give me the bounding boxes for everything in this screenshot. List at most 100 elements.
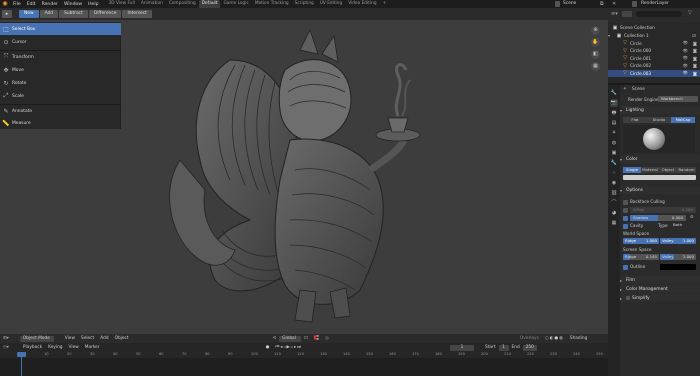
workspace-tab-game-logic[interactable]: Game Logic (220, 0, 251, 8)
color-management-panel-header[interactable]: ▸ Color Management (620, 285, 700, 293)
cavity-checkbox[interactable] (623, 224, 628, 229)
outliner-search-input[interactable] (636, 11, 682, 17)
menu-view[interactable]: View (62, 336, 78, 341)
end-frame-field[interactable]: 250 (522, 344, 537, 351)
mode-new-button[interactable]: New (19, 10, 39, 18)
viewport-shading-icons[interactable]: ○◐●◍ (542, 336, 567, 341)
add-workspace-button[interactable]: + (380, 0, 390, 8)
scene-tab-icon[interactable]: ⚘ (610, 129, 618, 137)
pivot-icon[interactable]: ⊡ (301, 336, 311, 341)
physics-tab-icon[interactable]: ◉ (610, 179, 618, 187)
tool-rotate[interactable]: ↻ Rotate (0, 77, 121, 89)
outline-color-swatch[interactable] (660, 264, 696, 270)
perspective-toggle-icon[interactable]: ▦ (591, 62, 600, 71)
zoom-icon[interactable]: ⊕ (591, 26, 600, 35)
eye-icon[interactable]: 👁 (683, 55, 688, 61)
options-panel-header[interactable]: ▾ Options (620, 186, 700, 194)
tool-transform[interactable]: ⤧ Transform (0, 51, 121, 63)
outliner-item[interactable]: ▽ Circle.001 👁 ◙ (608, 55, 700, 63)
menu-edit[interactable]: Edit (24, 2, 39, 7)
color-material-button[interactable]: Material (641, 167, 659, 173)
menu-help[interactable]: Help (85, 2, 101, 7)
camera-view-icon[interactable]: ◧ (591, 50, 600, 59)
keying-menu[interactable]: Keying (45, 345, 65, 350)
camera-render-icon[interactable]: ◙ (693, 56, 697, 61)
workspace-tab-default[interactable]: Default (198, 0, 221, 8)
xray-checkbox[interactable] (623, 208, 628, 213)
delete-scene-icon[interactable]: ✕ (612, 1, 616, 7)
shadow-settings-icon[interactable]: ⚙ (690, 214, 694, 219)
orientation-dropdown[interactable]: Global (279, 335, 302, 342)
camera-render-icon[interactable]: ◙ (693, 71, 697, 76)
view-menu[interactable]: View (66, 345, 82, 350)
data-tab-icon[interactable]: ⌒ (610, 199, 618, 207)
workspace-tab-animation[interactable]: Animation (138, 0, 166, 8)
eye-icon[interactable]: 👁 (683, 40, 688, 46)
output-tab-icon[interactable]: 🖶 (610, 109, 618, 117)
outliner-item[interactable]: ▽ Circle 👁 ◙ (608, 40, 700, 48)
pan-icon[interactable]: ✋ (591, 38, 600, 47)
overlays-dropdown[interactable]: Overlays (517, 336, 542, 341)
world-space-ridge-field[interactable]: Ridge 1.000 (623, 238, 659, 244)
color-single-button[interactable]: Single (623, 167, 641, 173)
lighting-studio-button[interactable]: Studio (647, 117, 671, 123)
start-frame-field[interactable]: 1 (498, 344, 509, 351)
camera-render-icon[interactable]: ◙ (693, 48, 697, 53)
mode-add-button[interactable]: Add (39, 10, 59, 18)
material-tab-icon[interactable]: ◕ (610, 209, 618, 217)
render-tab-icon[interactable]: 📷 (610, 99, 618, 107)
render-engine-dropdown[interactable]: Workbench (658, 96, 698, 102)
object-tab-icon[interactable]: ▣ (610, 149, 618, 157)
outliner-item[interactable]: ▽ Circle.002 👁 ◙ (608, 62, 700, 70)
current-frame-field[interactable]: 1 (450, 344, 475, 351)
record-icon[interactable]: ● (263, 345, 273, 350)
cavity-type-dropdown[interactable]: Both (670, 222, 696, 228)
view-layer-tab-icon[interactable]: ▤ (610, 119, 618, 127)
tool-annotate[interactable]: ✎ Annotate (0, 105, 121, 117)
outliner-item[interactable]: ▾ ▣ Collection 1 ☑ (608, 32, 700, 40)
eye-icon[interactable]: 👁 (683, 63, 688, 69)
outliner-item-selected[interactable]: ▽ Circle.003 👁 ◙ (608, 69, 700, 77)
workspace-tab-motion-tracking[interactable]: Motion Tracking (252, 0, 292, 8)
new-scene-icon[interactable]: ⧉ (600, 1, 604, 7)
mode-subtract-button[interactable]: Subtract (59, 10, 88, 18)
menu-render[interactable]: Render (39, 2, 61, 7)
tool-cursor[interactable]: ⊙ Cursor (0, 36, 121, 48)
playback-controls[interactable]: ⏮◂◃▶▹▸⏭ (272, 345, 305, 350)
filter-icon[interactable]: ▽ (688, 10, 692, 16)
camera-render-icon[interactable]: ◙ (693, 41, 697, 46)
timeline-area[interactable]: 0102030405060708090100110120130140150160… (0, 352, 608, 376)
outliner-item[interactable]: ▣ Scene Collection (608, 24, 700, 32)
workspace-tab-video-editing[interactable]: Video Editing (345, 0, 379, 8)
outline-checkbox[interactable] (623, 265, 628, 270)
outliner-item[interactable]: ▽ Circle.000 👁 ◙ (608, 47, 700, 55)
menu-add[interactable]: Add (97, 336, 111, 341)
shadow-slider[interactable]: Shadow 0.500 (630, 215, 686, 221)
snap-icon[interactable]: 🧲 (311, 336, 322, 341)
proportional-edit-icon[interactable]: ◎ (322, 336, 332, 341)
shadow-checkbox[interactable] (623, 216, 628, 221)
visibility-checkbox-icon[interactable]: ☑ (692, 33, 696, 38)
modifier-tab-icon[interactable]: 🔧 (610, 159, 618, 167)
playback-menu[interactable]: Playback (20, 345, 45, 350)
tool-select-box[interactable]: ⬚ Select Box (0, 23, 121, 35)
object-mode-dropdown[interactable]: Object Mode (19, 335, 54, 342)
workspace-tab-uv-editing[interactable]: UV Editing (317, 0, 345, 8)
menu-select[interactable]: Select (78, 336, 97, 341)
single-color-swatch[interactable] (623, 175, 696, 180)
editor-type-icon[interactable]: ⊞▾ (0, 336, 12, 341)
tool-tab-icon[interactable]: 🔧 (610, 89, 618, 97)
particles-tab-icon[interactable]: ⁘ (610, 169, 618, 177)
world-tab-icon[interactable]: ◍ (610, 139, 618, 147)
simplify-checkbox[interactable] (626, 296, 630, 300)
outliner-editor-type-icon[interactable]: ≡▾ (611, 11, 618, 17)
playhead-frame-badge[interactable] (17, 352, 26, 357)
eye-icon[interactable]: 👁 (683, 48, 688, 54)
constraints-tab-icon[interactable]: ⛓ (610, 189, 618, 197)
tool-measure[interactable]: 📏 Measure (0, 117, 121, 129)
tool-move[interactable]: ✥ Move (0, 64, 121, 76)
timeline-editor-type-icon[interactable]: ◷▾ (0, 345, 12, 350)
camera-render-icon[interactable]: ◙ (693, 63, 697, 68)
menu-object[interactable]: Object (112, 336, 132, 341)
lighting-matcap-button[interactable]: MatCap (671, 117, 695, 123)
